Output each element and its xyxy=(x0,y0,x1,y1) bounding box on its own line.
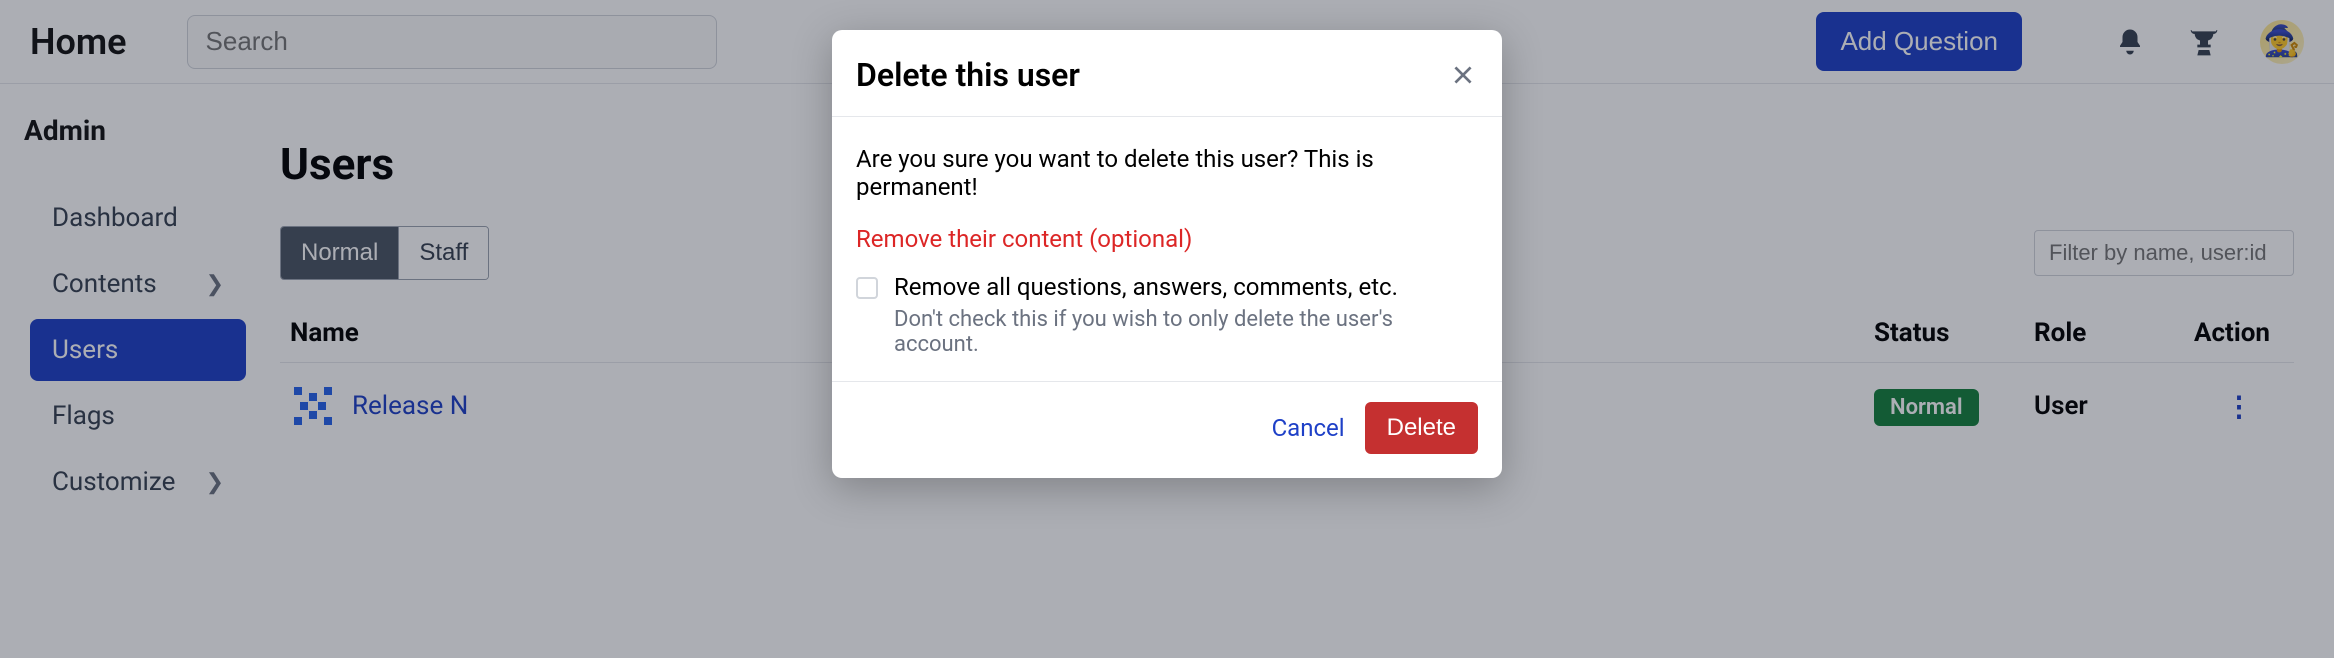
remove-content-heading: Remove their content (optional) xyxy=(856,225,1478,253)
checkbox-label: Remove all questions, answers, comments,… xyxy=(894,273,1478,301)
cancel-button[interactable]: Cancel xyxy=(1272,414,1345,442)
modal-title: Delete this user xyxy=(856,56,1080,94)
checkbox-hint: Don't check this if you wish to only del… xyxy=(894,307,1478,357)
delete-button[interactable]: Delete xyxy=(1365,402,1478,454)
modal-overlay[interactable]: Delete this user Are you sure you want t… xyxy=(0,0,2334,658)
confirm-text: Are you sure you want to delete this use… xyxy=(856,145,1478,201)
close-icon[interactable] xyxy=(1448,60,1478,90)
delete-user-modal: Delete this user Are you sure you want t… xyxy=(832,30,1502,478)
remove-content-checkbox[interactable] xyxy=(856,277,878,299)
